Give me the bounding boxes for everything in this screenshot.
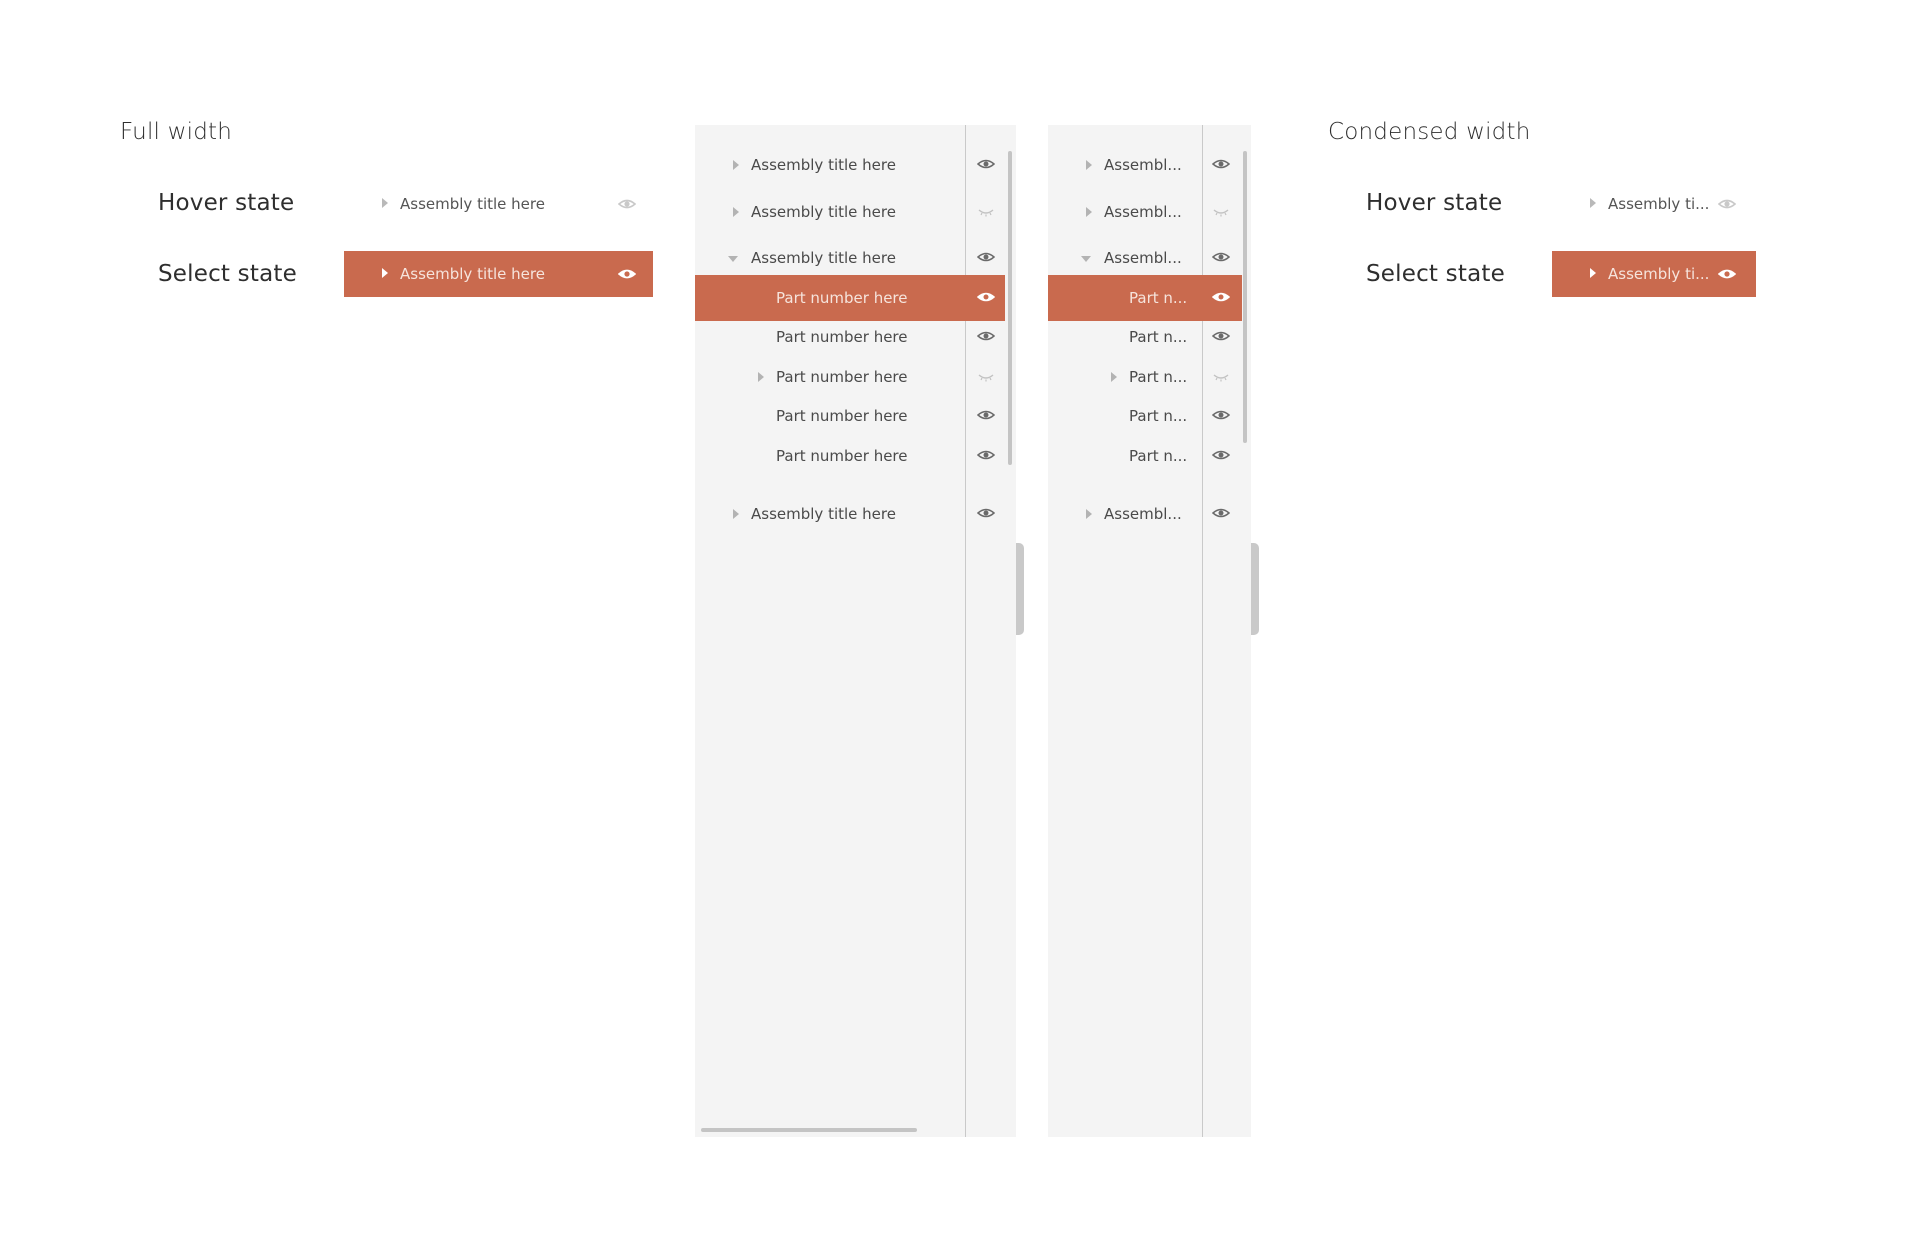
- row-label: Part n...: [1129, 289, 1188, 307]
- full-width-heading: Full width: [120, 119, 233, 145]
- tree-row-part[interactable]: Part n...: [1048, 396, 1242, 436]
- eye-icon[interactable]: [618, 195, 636, 213]
- row-label: Assembly title here: [751, 203, 896, 221]
- row-label: Part n...: [1129, 447, 1188, 465]
- eye-icon[interactable]: [977, 327, 995, 345]
- full-select-state-label: Select state: [158, 261, 297, 287]
- eye-icon[interactable]: [1212, 504, 1230, 522]
- caret-right-icon[interactable]: [382, 198, 388, 208]
- tree-row-part[interactable]: Part number here: [695, 357, 1005, 397]
- tree-row-part[interactable]: Part n...: [1048, 317, 1242, 357]
- row-label: Assembly ti...: [1608, 265, 1710, 283]
- tree-row-assembly[interactable]: Assembl...: [1048, 192, 1242, 232]
- condensed-hover-sample-row[interactable]: Assembly ti...: [1552, 181, 1756, 227]
- eye-closed-icon[interactable]: [977, 202, 995, 220]
- caret-right-icon[interactable]: [1590, 268, 1596, 278]
- eye-icon[interactable]: [977, 446, 995, 464]
- vertical-scrollbar[interactable]: [1008, 151, 1012, 465]
- condensed-select-sample-row[interactable]: Assembly ti...: [1552, 251, 1756, 297]
- eye-icon[interactable]: [1212, 248, 1230, 266]
- caret-right-icon[interactable]: [1086, 207, 1092, 217]
- row-label: Assembl...: [1104, 156, 1182, 174]
- eye-icon[interactable]: [1212, 446, 1230, 464]
- row-label: Part number here: [776, 328, 908, 346]
- eye-icon[interactable]: [1718, 195, 1736, 213]
- row-label: Part n...: [1129, 368, 1188, 386]
- row-label: Assembly title here: [751, 505, 896, 523]
- tree-row-assembly-expanded[interactable]: Assembl...: [1048, 238, 1242, 278]
- tree-row-assembly[interactable]: Assembl...: [1048, 145, 1242, 185]
- tree-row-assembly[interactable]: Assembly title here: [695, 192, 1005, 232]
- condensed-width-heading: Condensed width: [1328, 119, 1531, 145]
- eye-closed-icon[interactable]: [1212, 367, 1230, 385]
- row-label: Assembly title here: [751, 249, 896, 267]
- caret-right-icon[interactable]: [1590, 198, 1596, 208]
- caret-right-icon[interactable]: [1086, 160, 1092, 170]
- row-label: Assembl...: [1104, 249, 1182, 267]
- caret-right-icon[interactable]: [1086, 509, 1092, 519]
- tree-row-assembly[interactable]: Assembly title here: [695, 494, 1005, 534]
- tree-row-part[interactable]: Part number here: [695, 317, 1005, 357]
- row-label: Part n...: [1129, 328, 1188, 346]
- eye-icon[interactable]: [1212, 327, 1230, 345]
- row-label: Assembly title here: [400, 265, 545, 283]
- eye-icon[interactable]: [1212, 288, 1230, 306]
- eye-closed-icon[interactable]: [977, 367, 995, 385]
- condensed-width-tree-panel: Assembl... Assembl... Assembl... Part n.…: [1048, 125, 1251, 1137]
- tree-row-part-selected[interactable]: Part number here: [695, 275, 1005, 321]
- eye-icon[interactable]: [977, 248, 995, 266]
- eye-icon[interactable]: [1718, 265, 1736, 283]
- tree-row-assembly-expanded[interactable]: Assembly title here: [695, 238, 1005, 278]
- full-width-tree-panel: Assembly title here Assembly title here …: [695, 125, 1016, 1137]
- tree-row-part-selected[interactable]: Part n...: [1048, 275, 1242, 321]
- eye-icon[interactable]: [977, 288, 995, 306]
- row-label: Assembly ti...: [1608, 195, 1710, 213]
- caret-down-icon[interactable]: [728, 256, 738, 262]
- caret-right-icon[interactable]: [758, 372, 764, 382]
- eye-closed-icon[interactable]: [1212, 202, 1230, 220]
- row-label: Assembly title here: [751, 156, 896, 174]
- tree-row-assembly[interactable]: Assembl...: [1048, 494, 1242, 534]
- caret-down-icon[interactable]: [1081, 256, 1091, 262]
- caret-right-icon[interactable]: [733, 207, 739, 217]
- row-label: Part number here: [776, 289, 908, 307]
- full-hover-sample-row[interactable]: Assembly title here: [344, 181, 653, 227]
- row-label: Assembl...: [1104, 505, 1182, 523]
- panel-resize-handle[interactable]: [1016, 543, 1024, 635]
- eye-icon[interactable]: [1212, 406, 1230, 424]
- caret-right-icon[interactable]: [733, 160, 739, 170]
- tree-row-part[interactable]: Part number here: [695, 396, 1005, 436]
- caret-right-icon[interactable]: [733, 509, 739, 519]
- eye-icon[interactable]: [977, 406, 995, 424]
- caret-right-icon[interactable]: [1111, 372, 1117, 382]
- condensed-hover-state-label: Hover state: [1366, 190, 1503, 216]
- row-label: Part number here: [776, 368, 908, 386]
- row-label: Assembl...: [1104, 203, 1182, 221]
- eye-icon[interactable]: [618, 265, 636, 283]
- full-select-sample-row[interactable]: Assembly title here: [344, 251, 653, 297]
- condensed-select-state-label: Select state: [1366, 261, 1505, 287]
- tree-row-assembly[interactable]: Assembly title here: [695, 145, 1005, 185]
- row-label: Part n...: [1129, 407, 1188, 425]
- tree-row-part[interactable]: Part n...: [1048, 357, 1242, 397]
- panel-resize-handle[interactable]: [1251, 543, 1259, 635]
- row-label: Part number here: [776, 447, 908, 465]
- tree-row-part[interactable]: Part number here: [695, 436, 1005, 476]
- vertical-scrollbar[interactable]: [1243, 151, 1247, 443]
- row-label: Part number here: [776, 407, 908, 425]
- eye-icon[interactable]: [977, 155, 995, 173]
- tree-row-part[interactable]: Part n...: [1048, 436, 1242, 476]
- eye-icon[interactable]: [1212, 155, 1230, 173]
- row-label: Assembly title here: [400, 195, 545, 213]
- horizontal-scrollbar[interactable]: [701, 1128, 917, 1132]
- full-hover-state-label: Hover state: [158, 190, 295, 216]
- eye-icon[interactable]: [977, 504, 995, 522]
- caret-right-icon[interactable]: [382, 268, 388, 278]
